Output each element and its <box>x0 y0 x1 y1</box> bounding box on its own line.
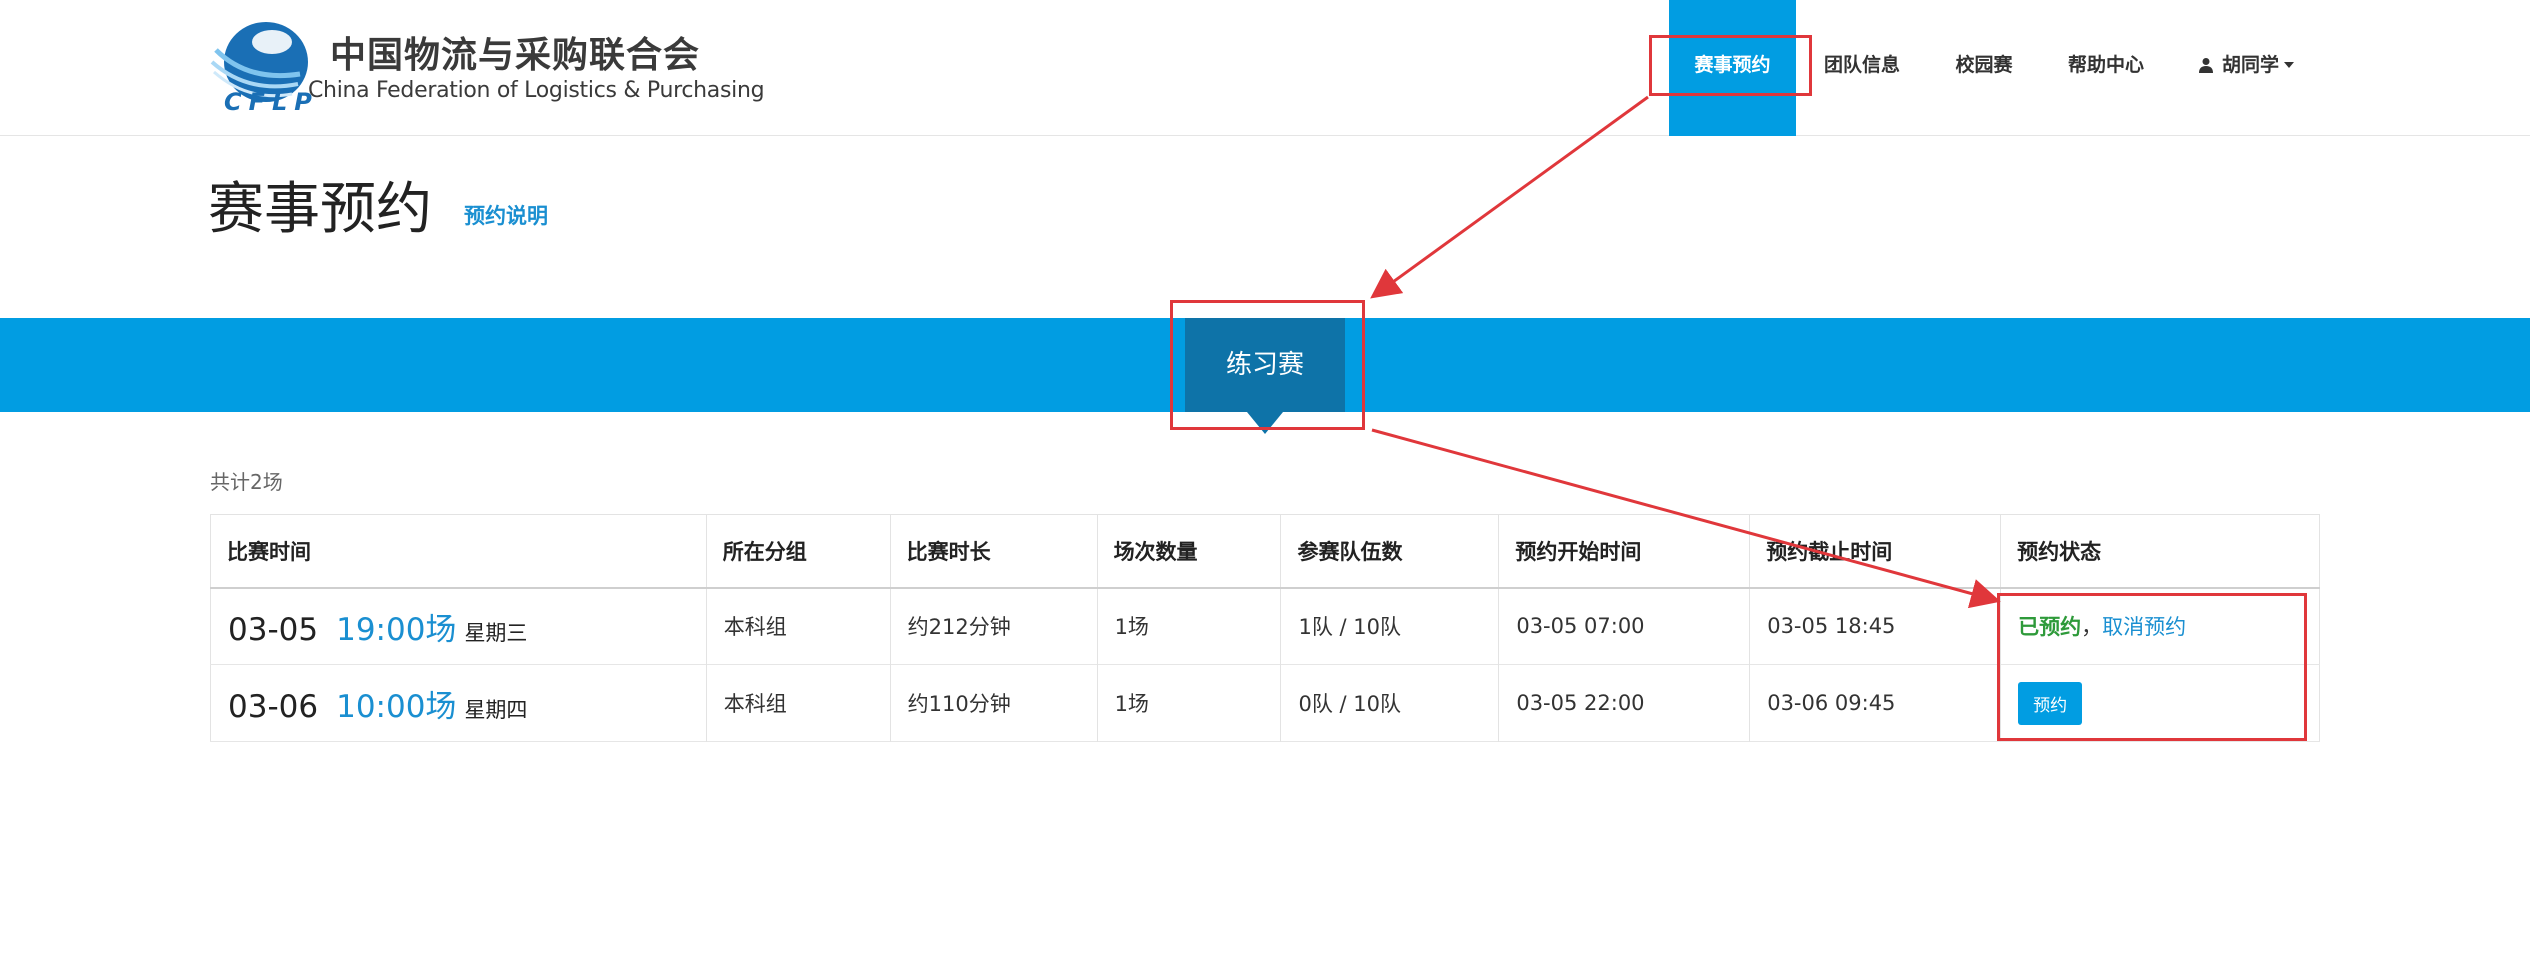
column-header: 比赛时间 <box>210 514 707 588</box>
teams-cell: 1队 / 10队 <box>1280 587 1500 665</box>
group-cell: 本科组 <box>706 587 891 665</box>
column-header: 预约状态 <box>2017 539 2102 564</box>
match-date: 03-05 <box>228 611 319 648</box>
chevron-down-icon <box>2284 62 2294 68</box>
match-weekday: 星期三 <box>464 620 528 645</box>
teams-cell: 0队 / 10队 <box>1280 664 1500 742</box>
nav-item-team-info[interactable]: 团队信息 <box>1806 0 1918 136</box>
column-header: 预约截止时间 <box>1749 514 2002 588</box>
cflp-logo[interactable]: CFLP 中国物流与采购联合会 China Federation of Logi… <box>208 12 765 120</box>
logo-abbr: CFLP <box>224 88 319 116</box>
booking-deadline-cell: 03-05 18:45 <box>1749 587 2002 665</box>
match-date: 03-06 <box>228 688 319 725</box>
match-time: 10:00场 <box>336 688 457 725</box>
match-time-cell: 03-05 19:00场 星期三 <box>210 587 707 665</box>
user-name: 胡同学 <box>2221 54 2279 76</box>
annotation-box-status <box>1997 593 2307 741</box>
page-title: 赛事预约 <box>208 177 432 242</box>
user-menu[interactable]: 胡同学 <box>2186 0 2306 136</box>
nav-item-help-center[interactable]: 帮助中心 <box>2054 0 2158 136</box>
match-count: 共计2场 <box>210 470 283 494</box>
duration-cell: 约212分钟 <box>890 587 1098 665</box>
logo-chinese-name: 中国物流与采购联合会 <box>330 35 701 76</box>
group-cell: 本科组 <box>706 664 891 742</box>
site-header: CFLP 中国物流与采购联合会 China Federation of Logi… <box>0 0 2530 136</box>
logo-english-name: China Federation of Logistics & Purchasi… <box>308 78 765 103</box>
nav-item-campus-match[interactable]: 校园赛 <box>1944 0 2024 136</box>
sessions-cell: 1场 <box>1097 587 1282 665</box>
match-time-cell: 03-06 10:00场 星期四 <box>210 664 707 742</box>
match-time: 19:00场 <box>336 611 457 648</box>
column-header: 场次数量 <box>1097 514 1282 588</box>
annotation-box-tab <box>1170 300 1365 430</box>
booking-start-cell: 03-05 22:00 <box>1498 664 1751 742</box>
column-header: 所在分组 <box>706 514 891 588</box>
user-icon <box>2198 58 2213 73</box>
column-header: 参赛队伍数 <box>1280 514 1500 588</box>
annotation-arrows <box>1370 95 2001 609</box>
duration-cell: 约110分钟 <box>890 664 1098 742</box>
annotation-box-nav <box>1649 35 1812 96</box>
column-header: 预约开始时间 <box>1498 514 1751 588</box>
booking-info-link[interactable]: 预约说明 <box>464 200 548 230</box>
table-header-row: 比赛时间 所在分组 比赛时长 场次数量 参赛队伍数 预约开始时间 预约截止时间 … <box>210 514 2320 588</box>
sessions-cell: 1场 <box>1097 664 1282 742</box>
column-header: 比赛时长 <box>890 514 1098 588</box>
booking-deadline-cell: 03-06 09:45 <box>1749 664 2002 742</box>
booking-start-cell: 03-05 07:00 <box>1498 587 1751 665</box>
match-weekday: 星期四 <box>464 697 528 722</box>
